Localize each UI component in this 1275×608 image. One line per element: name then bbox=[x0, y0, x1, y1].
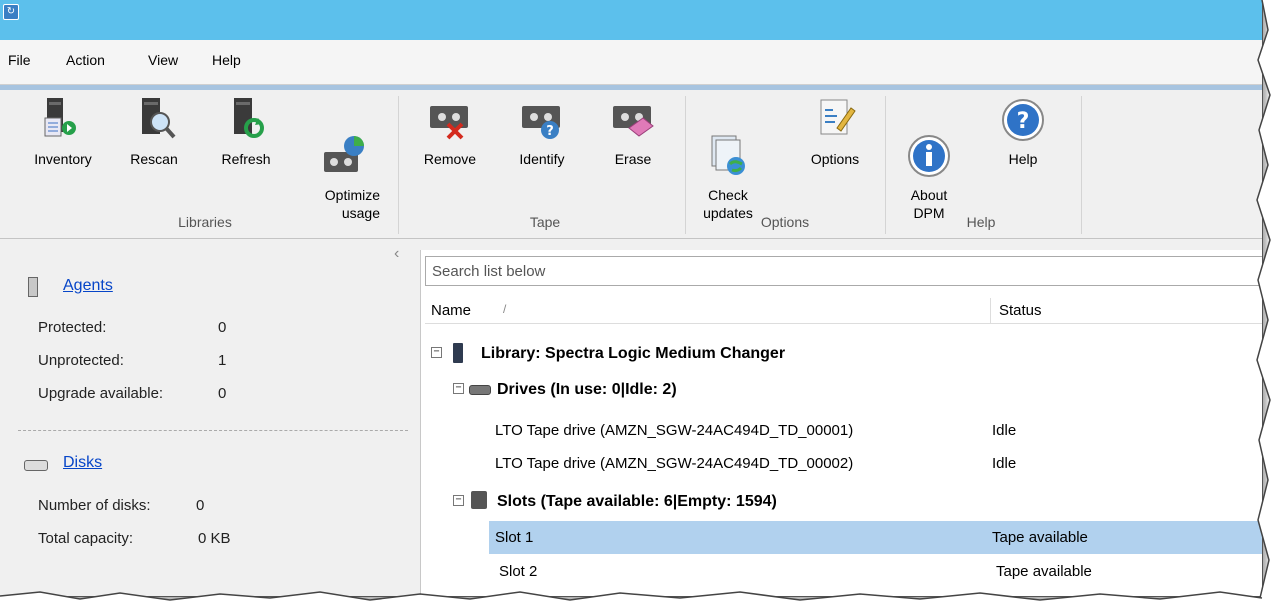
torn-edge-decoration bbox=[0, 0, 1275, 608]
